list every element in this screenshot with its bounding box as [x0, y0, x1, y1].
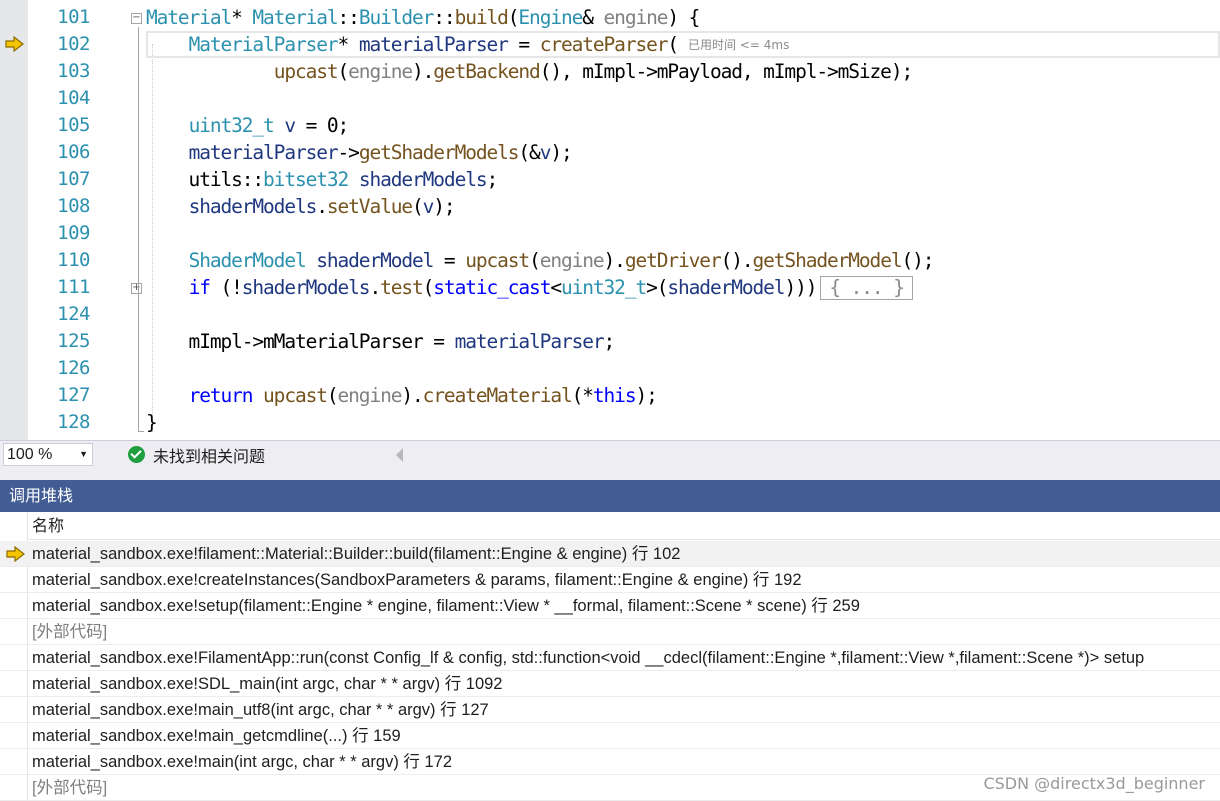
callstack-row-external[interactable]: [外部代码] — [0, 619, 1220, 645]
watermark: CSDN @directx3d_beginner — [983, 774, 1205, 793]
callstack-row[interactable]: material_sandbox.exe!main_utf8(int argc,… — [0, 697, 1220, 723]
code-line: utils::bitset32 shaderModels; — [146, 168, 499, 191]
frame-text: material_sandbox.exe!FilamentApp::run(co… — [32, 649, 1145, 667]
line-number: 124 — [57, 303, 90, 325]
callstack-row[interactable]: material_sandbox.exe!SDL_main(int argc, … — [0, 671, 1220, 697]
zoom-dropdown[interactable]: 100 % ▼ — [3, 443, 93, 466]
frame-text: material_sandbox.exe!setup(filament::Eng… — [32, 597, 860, 615]
line-number: 126 — [57, 357, 90, 379]
code-line: materialParser->getShaderModels(&v); — [188, 141, 573, 164]
issues-indicator[interactable]: 未找到相关问题 — [128, 443, 265, 466]
outlining-margin: − + — [128, 0, 146, 440]
line-number: 106 — [57, 141, 90, 163]
line-number: 105 — [57, 114, 90, 136]
check-circle-icon — [128, 446, 145, 463]
callstack-panel-title[interactable]: 调用堆栈 — [0, 480, 1220, 512]
code-line: return upcast(engine).createMaterial(*th… — [188, 384, 658, 407]
frame-text: material_sandbox.exe!createInstances(San… — [32, 571, 802, 589]
column-header-name[interactable]: 名称 — [28, 512, 1220, 540]
line-number: 102 — [57, 33, 90, 55]
frame-text: material_sandbox.exe!main_getcmdline(...… — [32, 727, 401, 745]
callstack-row[interactable]: material_sandbox.exe!main(int argc, char… — [0, 749, 1220, 775]
glyph-margin[interactable] — [0, 0, 28, 440]
code-line: ShaderModel shaderModel = upcast(engine)… — [188, 249, 935, 272]
frame-text: material_sandbox.exe!main(int argc, char… — [32, 753, 453, 771]
line-number: 127 — [57, 384, 90, 406]
code-editor[interactable]: 101 102 103 104 105 106 107 108 109 110 111 124 125 1… — [0, 0, 1220, 440]
line-number: 108 — [57, 195, 90, 217]
collapse-icon[interactable]: − — [131, 13, 142, 24]
execution-pointer-icon — [5, 36, 24, 52]
line-number: 111 — [57, 276, 90, 298]
current-frame-arrow-icon — [6, 546, 25, 562]
line-number: 107 — [57, 168, 90, 190]
scroll-left-icon[interactable] — [396, 448, 403, 462]
expand-icon[interactable]: + — [131, 283, 142, 294]
callstack-row[interactable]: material_sandbox.exe!setup(filament::Eng… — [0, 593, 1220, 619]
frame-text: [外部代码] — [32, 623, 108, 641]
frame-text: material_sandbox.exe!filament::Material:… — [32, 545, 681, 563]
callstack-row[interactable]: material_sandbox.exe!main_getcmdline(...… — [0, 723, 1220, 749]
callstack-panel: 名称 material_sandbox.exe!filament::Materi… — [0, 512, 1220, 801]
code-line: upcast(engine).getBackend(), mImpl->mPay… — [273, 60, 914, 83]
code-lines[interactable]: Material* Material::Builder::build(Engin… — [146, 4, 935, 436]
code-line: } — [146, 411, 158, 434]
code-line: Material* Material::Builder::build(Engin… — [146, 6, 700, 29]
line-number: 103 — [57, 60, 90, 82]
frame-text: material_sandbox.exe!SDL_main(int argc, … — [32, 675, 503, 693]
code-line: MaterialParser* materialParser = createP… — [188, 33, 790, 56]
callstack-row[interactable]: material_sandbox.exe!createInstances(San… — [0, 567, 1220, 593]
panel-splitter[interactable] — [0, 468, 1220, 480]
code-line: mImpl->mMaterialParser = materialParser; — [146, 330, 616, 353]
frame-text: [外部代码] — [32, 779, 108, 797]
collapsed-block[interactable]: { ... } — [820, 276, 913, 300]
code-line: if (!shaderModels.test(static_cast<uint3… — [146, 274, 933, 301]
fold-guide — [138, 27, 139, 432]
frame-text: material_sandbox.exe!main_utf8(int argc,… — [32, 701, 489, 719]
zoom-value: 100 % — [7, 446, 53, 463]
line-number: 125 — [57, 330, 90, 352]
code-line: uint32_t v = 0; — [188, 114, 350, 137]
line-number: 110 — [57, 249, 90, 271]
line-numbers: 101 102 103 104 105 106 107 108 109 110 111 124 125 1… — [28, 4, 90, 436]
callstack-rows: material_sandbox.exe!filament::Material:… — [0, 541, 1220, 801]
chevron-down-icon[interactable]: ▼ — [79, 444, 88, 465]
line-number: 109 — [57, 222, 90, 244]
elapsed-time-hint: 已用时间 <= 4ms — [688, 38, 790, 52]
issues-text: 未找到相关问题 — [153, 446, 266, 466]
editor-status-bar: 100 % ▼ 未找到相关问题 — [0, 440, 1220, 468]
line-number: 128 — [57, 411, 90, 433]
callstack-row[interactable]: material_sandbox.exe!filament::Material:… — [0, 541, 1220, 567]
line-number: 101 — [57, 6, 90, 28]
callstack-row[interactable]: material_sandbox.exe!FilamentApp::run(co… — [0, 645, 1220, 671]
code-line: shaderModels.setValue(v); — [188, 195, 456, 218]
fold-guide-end — [138, 431, 144, 432]
line-number: 104 — [57, 87, 90, 109]
